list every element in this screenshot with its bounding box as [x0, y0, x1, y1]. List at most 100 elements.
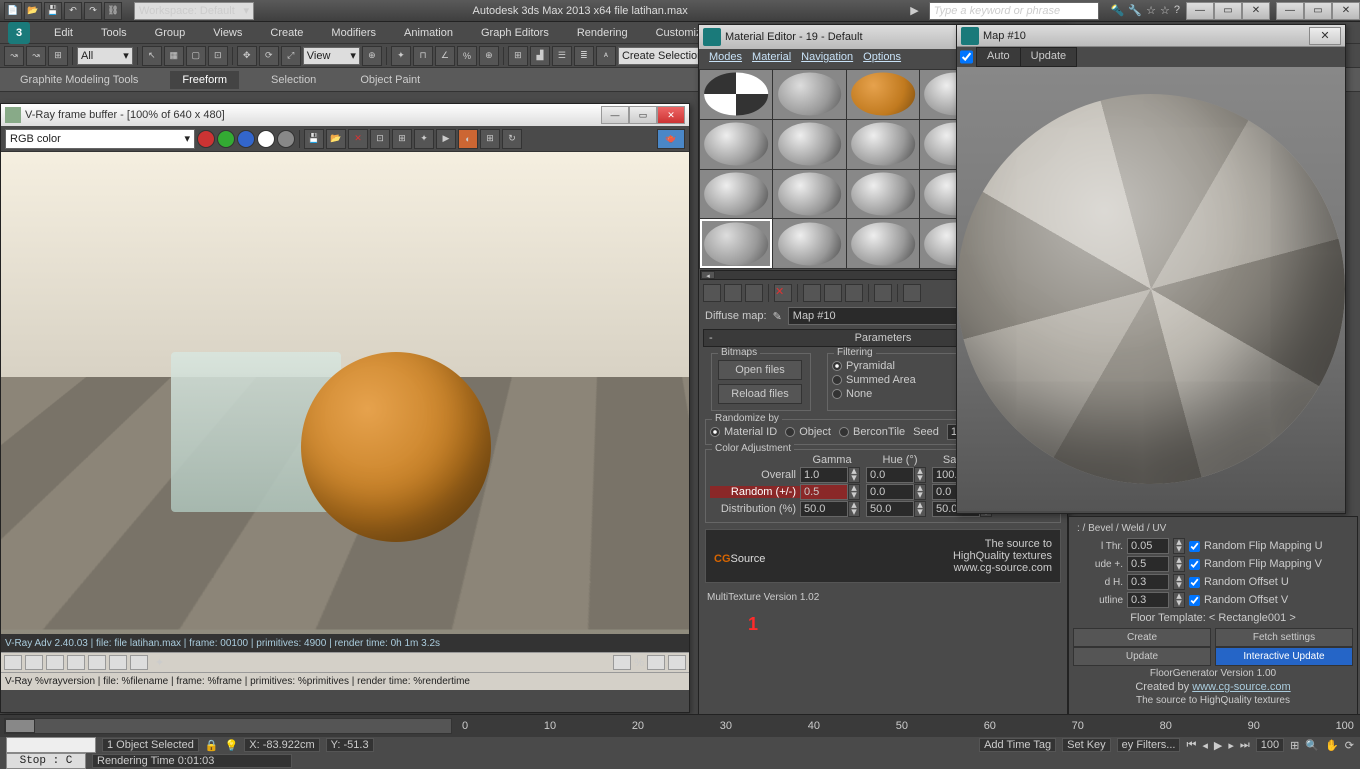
eyedropper-icon[interactable]: ✎ — [773, 310, 782, 323]
put-to-scene-icon[interactable] — [724, 284, 742, 302]
window-crossing-icon[interactable]: ⊡ — [208, 46, 228, 66]
goto-end-icon[interactable]: ⏭ — [1240, 739, 1250, 752]
menu-views[interactable]: Views — [201, 25, 254, 41]
close-button[interactable]: ✕ — [1242, 2, 1270, 20]
select-name-icon[interactable]: ▦ — [164, 46, 184, 66]
app-restore-button[interactable]: ▭ — [1304, 2, 1332, 20]
alpha-channel-icon[interactable] — [257, 130, 275, 148]
underline-icon[interactable] — [46, 655, 64, 670]
check-row[interactable]: Random Offset U — [1189, 576, 1289, 588]
spinner[interactable]: ▴▾ — [848, 501, 860, 517]
compare-icon[interactable]: ◐ — [458, 129, 478, 149]
region-render-icon[interactable]: ⊞ — [392, 129, 412, 149]
render-button[interactable]: 🫖 — [657, 129, 685, 149]
spinner[interactable]: ▴▾ — [1173, 592, 1185, 608]
star-icon[interactable]: ☆ — [1146, 4, 1156, 17]
update-button[interactable]: Update — [1073, 647, 1211, 666]
put-to-library-icon[interactable] — [845, 284, 863, 302]
select-icon[interactable]: ↖ — [142, 46, 162, 66]
rand-matid-radio[interactable]: Material ID — [710, 426, 777, 438]
coord-y[interactable]: Y: -51.3 — [326, 738, 374, 752]
time-slider[interactable] — [4, 718, 452, 734]
spinner[interactable]: ▴▾ — [1173, 574, 1185, 590]
reset-map-icon[interactable]: ✕ — [774, 284, 792, 302]
menu-create[interactable]: Create — [258, 25, 315, 41]
material-slot[interactable] — [700, 170, 772, 219]
current-frame[interactable]: 100 — [1256, 738, 1284, 752]
assign-icon[interactable] — [745, 284, 763, 302]
track-mouse-icon[interactable]: ✦ — [414, 129, 434, 149]
material-slot[interactable] — [847, 120, 919, 169]
material-slot[interactable] — [700, 120, 772, 169]
coloradj-field[interactable]: 50.0 — [866, 501, 914, 517]
menu-animation[interactable]: Animation — [392, 25, 465, 41]
undo-icon[interactable]: ↶ — [64, 2, 82, 20]
make-copy-icon[interactable] — [803, 284, 821, 302]
unlink-icon[interactable]: ↝ — [26, 46, 46, 66]
green-channel-icon[interactable] — [217, 130, 235, 148]
me-menu-material[interactable]: Material — [748, 51, 795, 67]
filter-dropdown[interactable]: All▾ — [77, 47, 133, 65]
u2-icon[interactable] — [67, 655, 85, 670]
make-unique-icon[interactable] — [824, 284, 842, 302]
material-slot[interactable] — [773, 120, 845, 169]
checkbox[interactable] — [1189, 559, 1200, 570]
map-preview-view[interactable] — [957, 67, 1345, 511]
menu-graph-editors[interactable]: Graph Editors — [469, 25, 561, 41]
tab-freeform[interactable]: Freeform — [170, 71, 239, 89]
pan-icon[interactable]: ✋ — [1325, 739, 1339, 752]
material-slot[interactable] — [700, 70, 772, 119]
open-icon[interactable]: 📂 — [24, 2, 42, 20]
star-icon-2[interactable]: ☆ — [1160, 4, 1170, 17]
me-menu-options[interactable]: Options — [859, 51, 905, 67]
param-field[interactable]: 0.3 — [1127, 574, 1169, 590]
next-frame-icon[interactable]: ▸ — [1228, 739, 1234, 752]
lightbulb-icon[interactable]: 💡 — [225, 739, 239, 752]
coloradj-field[interactable]: 0.0 — [866, 484, 914, 500]
goto-start-icon[interactable]: ⏮ — [1186, 739, 1196, 752]
tab-update[interactable]: Update — [1020, 47, 1077, 67]
me-menu-navigation[interactable]: Navigation — [797, 51, 857, 67]
get-material-icon[interactable] — [703, 284, 721, 302]
vfb-close-button[interactable]: ✕ — [657, 106, 685, 124]
check-row[interactable]: Random Offset V — [1189, 594, 1288, 606]
cgsource-link[interactable]: www.cg-source.com — [1192, 681, 1290, 693]
material-slot[interactable] — [773, 170, 845, 219]
auto-checkbox[interactable] — [960, 50, 973, 64]
rand-bercon-radio[interactable]: BerconTile — [839, 426, 905, 438]
new-icon[interactable]: 📄 — [4, 2, 22, 20]
history-icon[interactable]: ↻ — [502, 129, 522, 149]
check-row[interactable]: Random Flip Mapping U — [1189, 540, 1323, 552]
mono-channel-icon[interactable] — [277, 130, 295, 148]
maxscript-mini[interactable] — [6, 737, 96, 753]
prev-frame-icon[interactable]: ◂ — [1202, 739, 1208, 752]
tab-selection[interactable]: Selection — [259, 71, 328, 89]
coloradj-field[interactable]: 0.0 — [866, 467, 914, 483]
spinner[interactable]: ▴▾ — [1173, 538, 1185, 554]
fetch-button[interactable]: Fetch settings — [1215, 628, 1353, 647]
me-menu-modes[interactable]: Modes — [705, 51, 746, 67]
spinner[interactable]: ▴▾ — [848, 484, 860, 500]
reload-files-button[interactable]: Reload files — [718, 384, 802, 404]
binoculars-icon[interactable]: 🔦 — [1111, 4, 1125, 17]
bold-icon[interactable] — [4, 655, 22, 670]
app-close-button[interactable]: ✕ — [1332, 2, 1360, 20]
abc-icon[interactable]: ᴬ — [596, 46, 616, 66]
search-input[interactable]: Type a keyword or phrase — [929, 2, 1099, 20]
vfb-channel-dropdown[interactable]: RGB color▾ — [5, 129, 195, 149]
scale-icon[interactable]: ⤢ — [281, 46, 301, 66]
mapwin-titlebar[interactable]: Map #10 ✕ — [957, 25, 1345, 47]
link-pdplayer-icon[interactable]: ▶ — [436, 129, 456, 149]
save-image-icon[interactable]: 💾 — [304, 129, 324, 149]
checkbox[interactable] — [1189, 595, 1200, 606]
zoom-icon[interactable]: 🔍 — [1305, 739, 1319, 752]
vfb-maximize-button[interactable]: ▭ — [629, 106, 657, 124]
coloradj-field[interactable]: 1.0 — [800, 467, 848, 483]
vfb-minimize-button[interactable]: — — [601, 106, 629, 124]
link-icon[interactable]: ⛓ — [104, 2, 122, 20]
maxscript-stop[interactable]: Stop : C — [6, 753, 86, 769]
menu-modifiers[interactable]: Modifiers — [319, 25, 388, 41]
link-icon[interactable]: ↝ — [4, 46, 24, 66]
italic-icon[interactable] — [25, 655, 43, 670]
stamp-edit-icon[interactable] — [647, 655, 665, 670]
